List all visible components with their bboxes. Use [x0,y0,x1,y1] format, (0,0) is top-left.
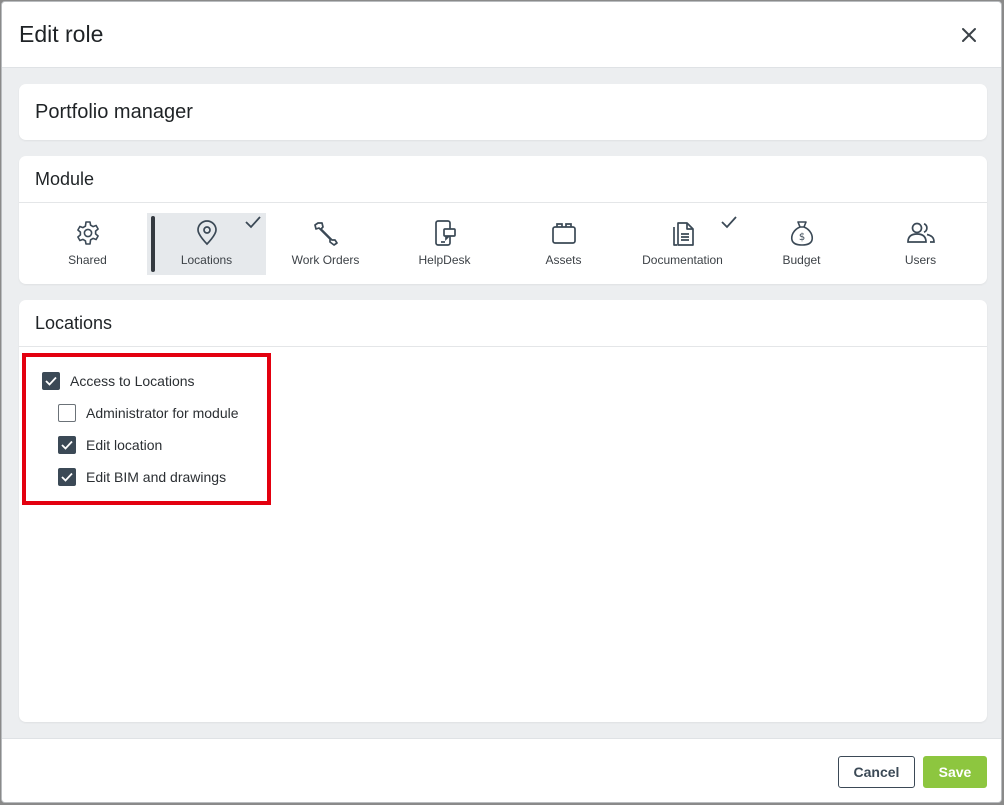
wrench-icon [311,218,341,248]
module-card: Module Shared Locations Work Orders Help… [19,156,987,284]
checkmark-icon [45,376,57,386]
permission-label: Edit BIM and drawings [86,469,227,485]
gear-icon [73,218,103,248]
location-pin-icon [192,218,222,248]
module-tab-helpdesk[interactable]: HelpDesk [385,213,504,275]
module-tab-label: Users [904,253,937,267]
svg-text:$: $ [798,232,804,243]
permission-edit-location[interactable]: Edit location [58,436,162,454]
module-tab-label: HelpDesk [418,253,471,267]
permission-label: Access to Locations [70,373,195,389]
module-section-title: Module [19,156,987,203]
locations-section-title: Locations [19,300,987,347]
close-button[interactable] [955,21,983,49]
dialog-header: Edit role [2,2,1001,68]
module-tab-label: Shared [68,253,107,267]
module-tab-label: Budget [782,253,821,267]
phone-message-icon [430,218,460,248]
permission-label: Administrator for module [86,405,239,421]
dialog-footer: Cancel Save [2,738,1001,802]
checkbox-checked[interactable] [42,372,60,390]
module-tab-shared[interactable]: Shared [28,213,147,275]
assets-icon [549,218,579,248]
checkbox-checked[interactable] [58,436,76,454]
module-tab-label: Locations [180,253,233,267]
module-tab-label: Work Orders [291,253,360,267]
permission-access-to-locations[interactable]: Access to Locations [42,372,195,390]
module-tab-users[interactable]: Users [861,213,980,275]
checkmark-icon [61,472,73,482]
module-tab-budget[interactable]: $ Budget [742,213,861,275]
checkmark-icon [721,216,737,229]
checkmark-icon [245,216,261,229]
permission-edit-bim-and-drawings[interactable]: Edit BIM and drawings [58,468,226,486]
close-icon [962,27,976,42]
document-icon [668,218,698,248]
module-tab-label: Documentation [642,253,723,267]
permission-label: Edit location [86,437,163,453]
checkbox-checked[interactable] [58,468,76,486]
users-icon [906,218,936,248]
money-bag-icon: $ [787,218,817,248]
permission-administrator-for-module[interactable]: Administrator for module [58,404,239,422]
module-tabs: Shared Locations Work Orders HelpDesk As… [19,203,987,283]
module-tab-work-orders[interactable]: Work Orders [266,213,385,275]
locations-card: Locations Access to Locations Administra… [19,300,987,722]
save-button[interactable]: Save [923,756,987,788]
module-tab-label: Assets [545,253,582,267]
dialog-title: Edit role [19,21,104,47]
module-tab-assets[interactable]: Assets [504,213,623,275]
module-tab-locations[interactable]: Locations [147,213,266,275]
edit-role-dialog: Edit role Portfolio manager Module Share… [1,1,1002,803]
role-name-card: Portfolio manager [19,84,987,140]
checkbox-unchecked[interactable] [58,404,76,422]
checkmark-icon [61,440,73,450]
module-tab-documentation[interactable]: Documentation [623,213,742,275]
cancel-button[interactable]: Cancel [838,756,915,788]
role-name: Portfolio manager [35,100,193,123]
